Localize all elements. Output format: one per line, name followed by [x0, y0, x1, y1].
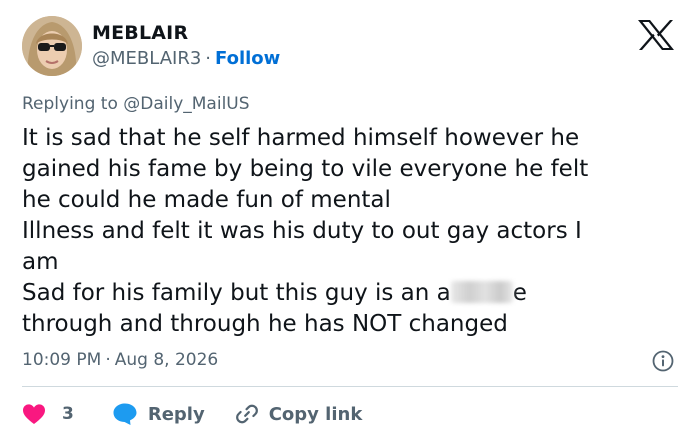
replying-prefix: Replying to — [22, 94, 118, 114]
tweet-time: 10:09 PM — [22, 350, 102, 370]
follow-button[interactable]: Follow — [215, 48, 280, 69]
tweet-date: Aug 8, 2026 — [114, 350, 219, 370]
like-button[interactable]: 3 — [22, 403, 74, 425]
heart-icon — [23, 404, 45, 424]
avatar[interactable] — [22, 16, 82, 76]
copy-link-label: Copy link — [268, 403, 363, 425]
censored-word-blur — [450, 281, 513, 303]
replying-mention-link[interactable]: @Daily_MailUS — [123, 94, 249, 114]
reply-button[interactable]: Reply — [112, 402, 205, 426]
copy-link-button[interactable]: Copy link — [235, 402, 363, 426]
tweet-embed-card: MEBLAIR @MEBLAIR3 · Follow Replying to @Da… — [0, 0, 700, 440]
like-count: 3 — [62, 404, 74, 424]
divider — [22, 386, 678, 387]
tweet-timestamp[interactable]: 10:09 PM · Aug 8, 2026 — [22, 350, 218, 370]
handle-row: @MEBLAIR3 · Follow — [92, 48, 280, 69]
info-icon[interactable] — [652, 350, 674, 372]
tweet-text-part-1: It is sad that he self harmed himself ho… — [22, 125, 589, 306]
separator-dot: · — [205, 48, 212, 69]
reply-label: Reply — [147, 403, 205, 425]
link-icon — [235, 404, 258, 424]
user-handle[interactable]: @MEBLAIR3 — [92, 48, 201, 69]
tweet-text: It is sad that he self harmed himself ho… — [22, 123, 682, 340]
avatar-image — [22, 16, 82, 76]
reply-bubble-icon — [113, 403, 137, 425]
display-name[interactable]: MEBLAIR — [92, 22, 188, 44]
replying-to: Replying to @Daily_MailUS — [22, 94, 250, 114]
separator-dot: · — [105, 350, 111, 370]
action-bar: 3 Reply Copy link — [22, 400, 362, 428]
x-logo-icon[interactable] — [636, 18, 676, 52]
